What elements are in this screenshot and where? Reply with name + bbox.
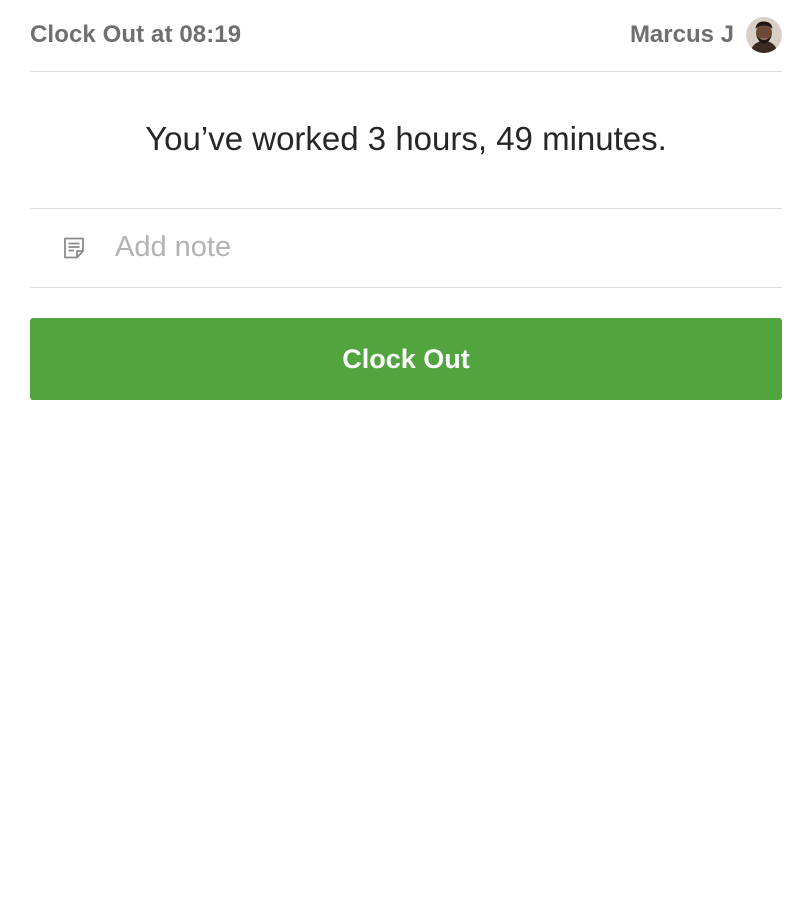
worked-time-summary: You’ve worked 3 hours, 49 minutes. xyxy=(30,71,782,209)
user-menu[interactable]: Marcus J xyxy=(630,16,782,53)
user-avatar-icon xyxy=(746,16,782,53)
note-input[interactable] xyxy=(115,230,735,264)
user-name[interactable]: Marcus J xyxy=(630,21,734,49)
clock-out-screen: Clock Out at 08:19 Marcus J You’ve worke… xyxy=(0,0,812,904)
note-field-row[interactable] xyxy=(30,209,782,288)
avatar[interactable] xyxy=(746,16,782,53)
worked-time-text: You’ve worked 3 hours, 49 minutes. xyxy=(145,119,667,157)
header: Clock Out at 08:19 Marcus J xyxy=(30,0,782,72)
note-icon-graphic xyxy=(64,237,84,259)
note-icon xyxy=(61,235,87,261)
page-title: Clock Out at 08:19 xyxy=(30,20,242,48)
clock-out-button[interactable]: Clock Out xyxy=(30,318,782,400)
